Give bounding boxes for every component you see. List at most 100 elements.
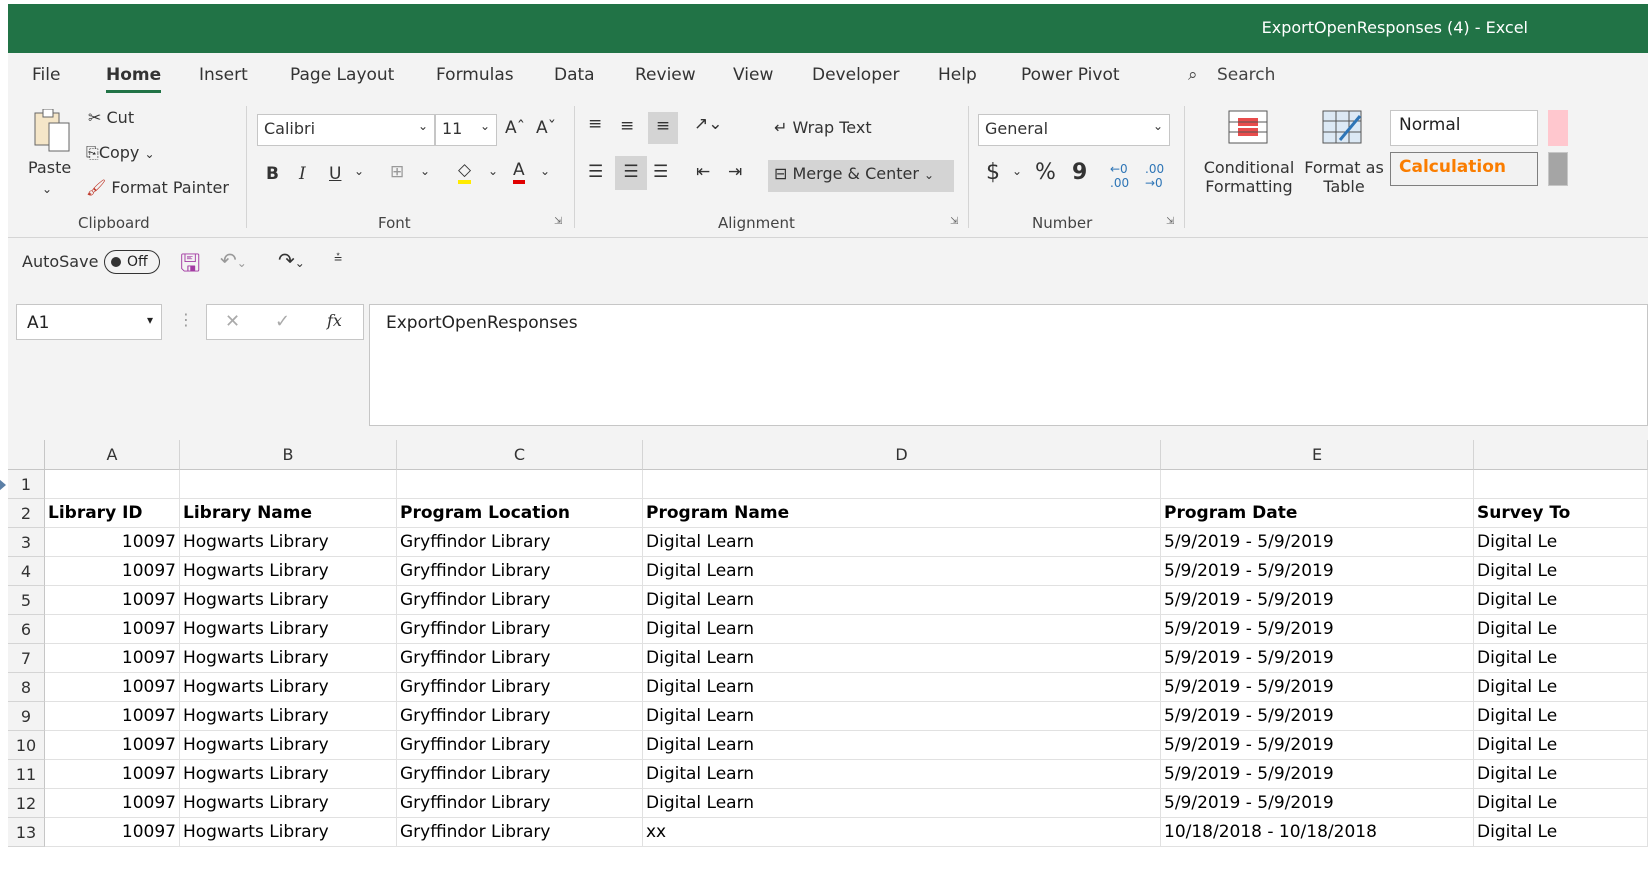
row-header[interactable]: 4 — [8, 557, 45, 586]
chevron-down-icon[interactable]: ⌄ — [420, 164, 430, 178]
table-cell[interactable]: Hogwarts Library — [180, 644, 397, 673]
table-cell[interactable]: Gryffindor Library — [397, 818, 643, 847]
italic-button[interactable]: I — [299, 164, 306, 184]
search-box[interactable]: ⌕ Search — [1188, 65, 1275, 85]
row-header[interactable]: 3 — [8, 528, 45, 557]
table-cell[interactable]: 10097 — [45, 528, 180, 557]
table-cell[interactable]: 5/9/2019 - 5/9/2019 — [1161, 731, 1474, 760]
table-cell[interactable]: Digital Le — [1474, 586, 1648, 615]
column-header[interactable]: E — [1161, 440, 1474, 470]
table-cell[interactable] — [1474, 470, 1648, 499]
grow-font-button[interactable]: Aˆ — [505, 118, 525, 138]
column-header[interactable]: A — [45, 440, 180, 470]
table-cell[interactable]: Digital Le — [1474, 644, 1648, 673]
comma-style-button[interactable]: 9 — [1072, 160, 1087, 185]
table-cell[interactable]: Digital Learn — [643, 644, 1161, 673]
insert-function-button[interactable]: fx — [327, 311, 342, 330]
table-cell[interactable]: Digital Learn — [643, 528, 1161, 557]
table-cell[interactable] — [643, 470, 1161, 499]
number-format-dropdown[interactable]: General ⌄ — [978, 114, 1170, 146]
conditional-formatting-button[interactable]: Conditional Formatting — [1203, 158, 1295, 196]
cut-button[interactable]: ✂ Cut — [88, 108, 134, 127]
table-cell[interactable]: Digital Learn — [643, 586, 1161, 615]
increase-indent-icon[interactable]: ⇥ — [728, 162, 742, 182]
row-header[interactable]: 7 — [8, 644, 45, 673]
table-cell[interactable]: Digital Le — [1474, 673, 1648, 702]
table-cell[interactable] — [1161, 470, 1474, 499]
format-as-table-button[interactable]: Format as Table — [1304, 158, 1384, 196]
percent-button[interactable]: % — [1035, 160, 1056, 185]
tab-view[interactable]: View — [733, 65, 773, 85]
table-cell[interactable] — [397, 470, 643, 499]
table-cell[interactable]: 5/9/2019 - 5/9/2019 — [1161, 760, 1474, 789]
increase-decimal-icon[interactable]: ←0.00 — [1110, 162, 1129, 190]
table-cell[interactable]: Hogwarts Library — [180, 702, 397, 731]
name-box[interactable]: A1 ▾ — [16, 304, 162, 340]
table-cell[interactable]: xx — [643, 818, 1161, 847]
row-header[interactable]: 5 — [8, 586, 45, 615]
header-cell[interactable]: Library Name — [180, 499, 397, 528]
autosave-toggle[interactable]: Off — [104, 250, 160, 274]
table-cell[interactable]: Digital Le — [1474, 557, 1648, 586]
table-cell[interactable]: Digital Le — [1474, 702, 1648, 731]
style-normal[interactable]: Normal — [1390, 110, 1538, 146]
wrap-text-button[interactable]: ↵ Wrap Text — [774, 118, 872, 137]
align-left-icon[interactable]: ☰ — [588, 162, 603, 182]
font-size-dropdown[interactable]: 11 ⌄ — [435, 114, 497, 146]
row-header[interactable]: 11 — [8, 760, 45, 789]
tab-formulas[interactable]: Formulas — [436, 65, 514, 85]
decrease-decimal-icon[interactable]: .00 →0 — [1145, 162, 1164, 190]
row-header[interactable]: 10 — [8, 731, 45, 760]
font-name-dropdown[interactable]: Calibri ⌄ — [257, 114, 435, 146]
table-cell[interactable]: Digital Learn — [643, 731, 1161, 760]
table-cell[interactable]: 10/18/2018 - 10/18/2018 — [1161, 818, 1474, 847]
table-cell[interactable]: 10097 — [45, 760, 180, 789]
table-cell[interactable]: Gryffindor Library — [397, 760, 643, 789]
header-cell[interactable]: Program Location — [397, 499, 643, 528]
tab-developer[interactable]: Developer — [812, 65, 899, 85]
bottom-align-icon[interactable]: ≡ — [648, 112, 678, 144]
table-cell[interactable]: Digital Learn — [643, 760, 1161, 789]
table-cell[interactable]: 5/9/2019 - 5/9/2019 — [1161, 673, 1474, 702]
table-cell[interactable]: Gryffindor Library — [397, 702, 643, 731]
paste-chevron-icon[interactable]: ⌄ — [42, 182, 52, 196]
row-header[interactable]: 6 — [8, 615, 45, 644]
row-header[interactable]: 13 — [8, 818, 45, 847]
table-cell[interactable]: Digital Le — [1474, 731, 1648, 760]
header-cell[interactable]: Survey To — [1474, 499, 1648, 528]
column-header[interactable]: B — [180, 440, 397, 470]
column-header[interactable]: D — [643, 440, 1161, 470]
table-cell[interactable]: Gryffindor Library — [397, 557, 643, 586]
chevron-down-icon[interactable]: ⌄ — [354, 164, 364, 178]
format-as-table-icon[interactable] — [1320, 108, 1364, 146]
tab-data[interactable]: Data — [554, 65, 595, 85]
header-cell[interactable]: Program Date — [1161, 499, 1474, 528]
table-cell[interactable]: 10097 — [45, 557, 180, 586]
table-cell[interactable]: 10097 — [45, 702, 180, 731]
tab-home[interactable]: Home — [106, 65, 162, 93]
tab-insert[interactable]: Insert — [199, 65, 248, 85]
redo-icon[interactable]: ↷⌄ — [278, 248, 305, 272]
dialog-launcher-icon[interactable]: ⇲ — [950, 216, 958, 227]
table-cell[interactable]: Hogwarts Library — [180, 673, 397, 702]
row-header[interactable]: 9 — [8, 702, 45, 731]
tab-power-pivot[interactable]: Power Pivot — [1021, 65, 1120, 85]
row-header[interactable]: 1 — [8, 470, 45, 499]
paste-icon[interactable] — [28, 108, 74, 154]
table-cell[interactable]: Gryffindor Library — [397, 673, 643, 702]
table-cell[interactable]: 5/9/2019 - 5/9/2019 — [1161, 557, 1474, 586]
customize-qat-icon[interactable]: ⩮ — [334, 250, 342, 266]
table-cell[interactable]: 5/9/2019 - 5/9/2019 — [1161, 702, 1474, 731]
table-cell[interactable]: 10097 — [45, 673, 180, 702]
table-cell[interactable]: Gryffindor Library — [397, 731, 643, 760]
shrink-font-button[interactable]: Aˇ — [536, 118, 556, 138]
enter-icon[interactable]: ✓ — [275, 311, 290, 332]
table-cell[interactable]: Gryffindor Library — [397, 615, 643, 644]
table-cell[interactable]: Hogwarts Library — [180, 528, 397, 557]
table-cell[interactable]: Gryffindor Library — [397, 789, 643, 818]
header-cell[interactable]: Program Name — [643, 499, 1161, 528]
row-header[interactable]: 12 — [8, 789, 45, 818]
table-cell[interactable]: Hogwarts Library — [180, 731, 397, 760]
copy-button[interactable]: ⎘Copy ⌄ — [86, 143, 155, 163]
table-cell[interactable]: Hogwarts Library — [180, 615, 397, 644]
